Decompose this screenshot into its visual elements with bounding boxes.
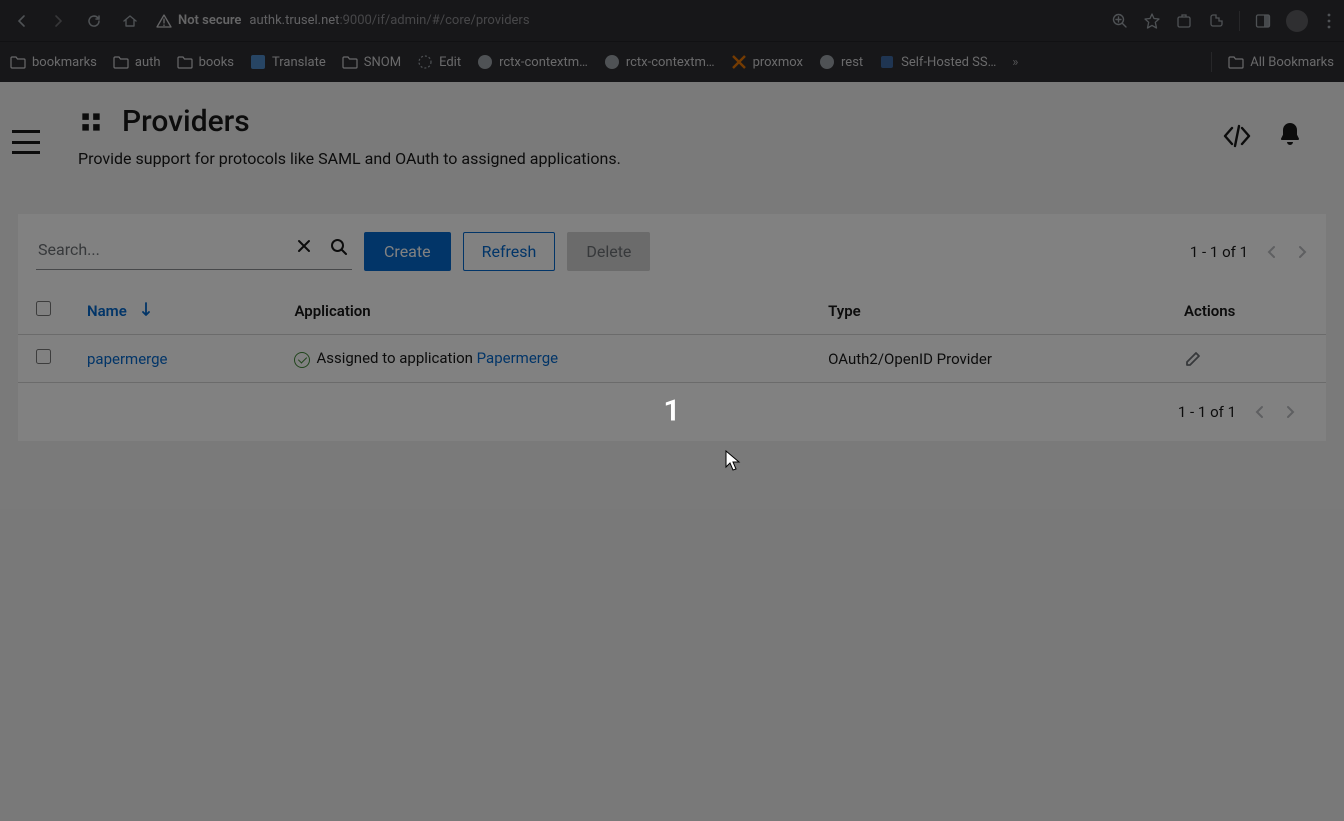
overlay-number: 1 (663, 393, 680, 428)
loading-overlay: 1 (0, 0, 1344, 821)
cursor-icon (725, 450, 741, 472)
